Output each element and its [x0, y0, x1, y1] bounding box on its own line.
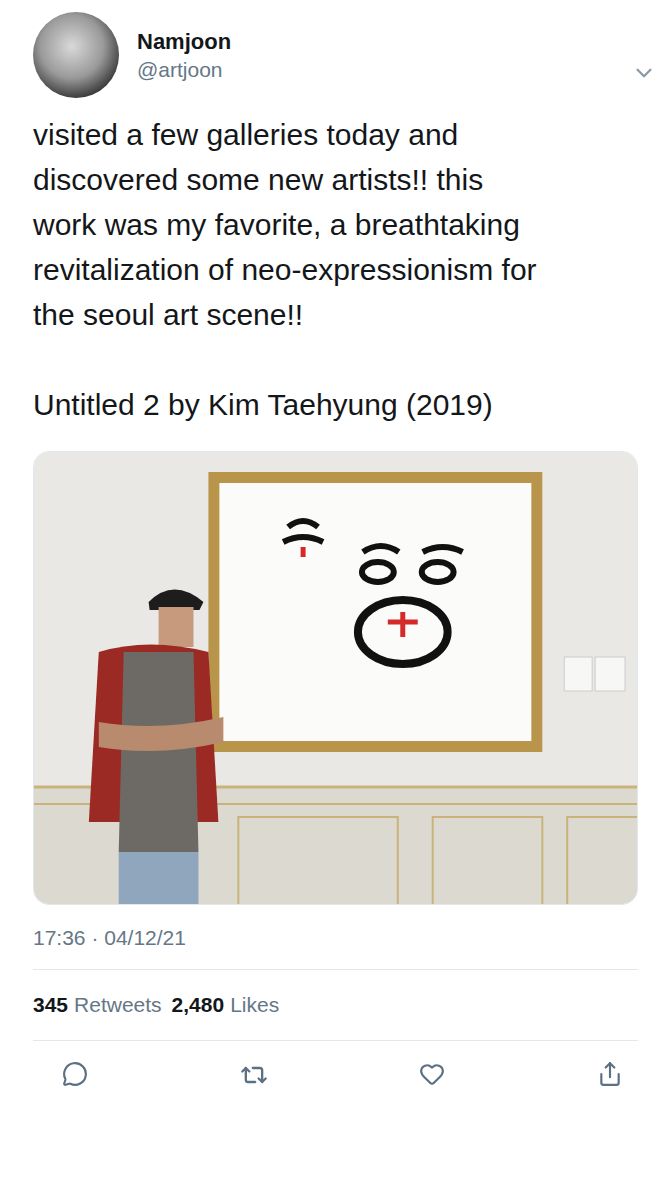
stat[interactable]: 2,480Likes [172, 990, 280, 1020]
tweet-stats: 345Retweets 2,480Likes [0, 970, 671, 1040]
tweet-line: revitalization of neo-expressionism for [33, 247, 638, 292]
author-name[interactable]: Namjoon [137, 28, 231, 56]
action-bar [0, 1041, 671, 1089]
timestamp[interactable]: 17:36 · 04/12/21 [0, 923, 671, 953]
tweet-line: visited a few galleries today and [33, 112, 638, 157]
share-icon[interactable] [597, 1061, 623, 1087]
tweet-page: Namjoon@artjoon visited a few galleries t… [0, 0, 671, 1200]
tweet-photo[interactable] [34, 452, 637, 904]
avatar[interactable] [33, 12, 119, 98]
tweet-line: the seoul art scene!! [33, 292, 638, 337]
like-icon[interactable] [419, 1061, 445, 1087]
author-handle[interactable]: @artjoon [137, 56, 231, 84]
stat[interactable]: 345Retweets [33, 990, 162, 1020]
tweet-line: discovered some new artists!! this [33, 157, 638, 202]
author-info[interactable]: Namjoon@artjoon [137, 12, 231, 84]
tweet-body: visited a few galleries today anddiscove… [0, 112, 671, 427]
tweet-media [33, 451, 638, 905]
reply-icon[interactable] [62, 1061, 88, 1087]
retweet-icon[interactable] [240, 1061, 268, 1089]
tweet-line: work was my favorite, a breathtaking [33, 202, 638, 247]
tweet-caption: Untitled 2 by Kim Taehyung (2019) [33, 382, 638, 427]
chevron-down-icon[interactable] [631, 60, 657, 86]
tweet-header: Namjoon@artjoon [0, 0, 671, 98]
